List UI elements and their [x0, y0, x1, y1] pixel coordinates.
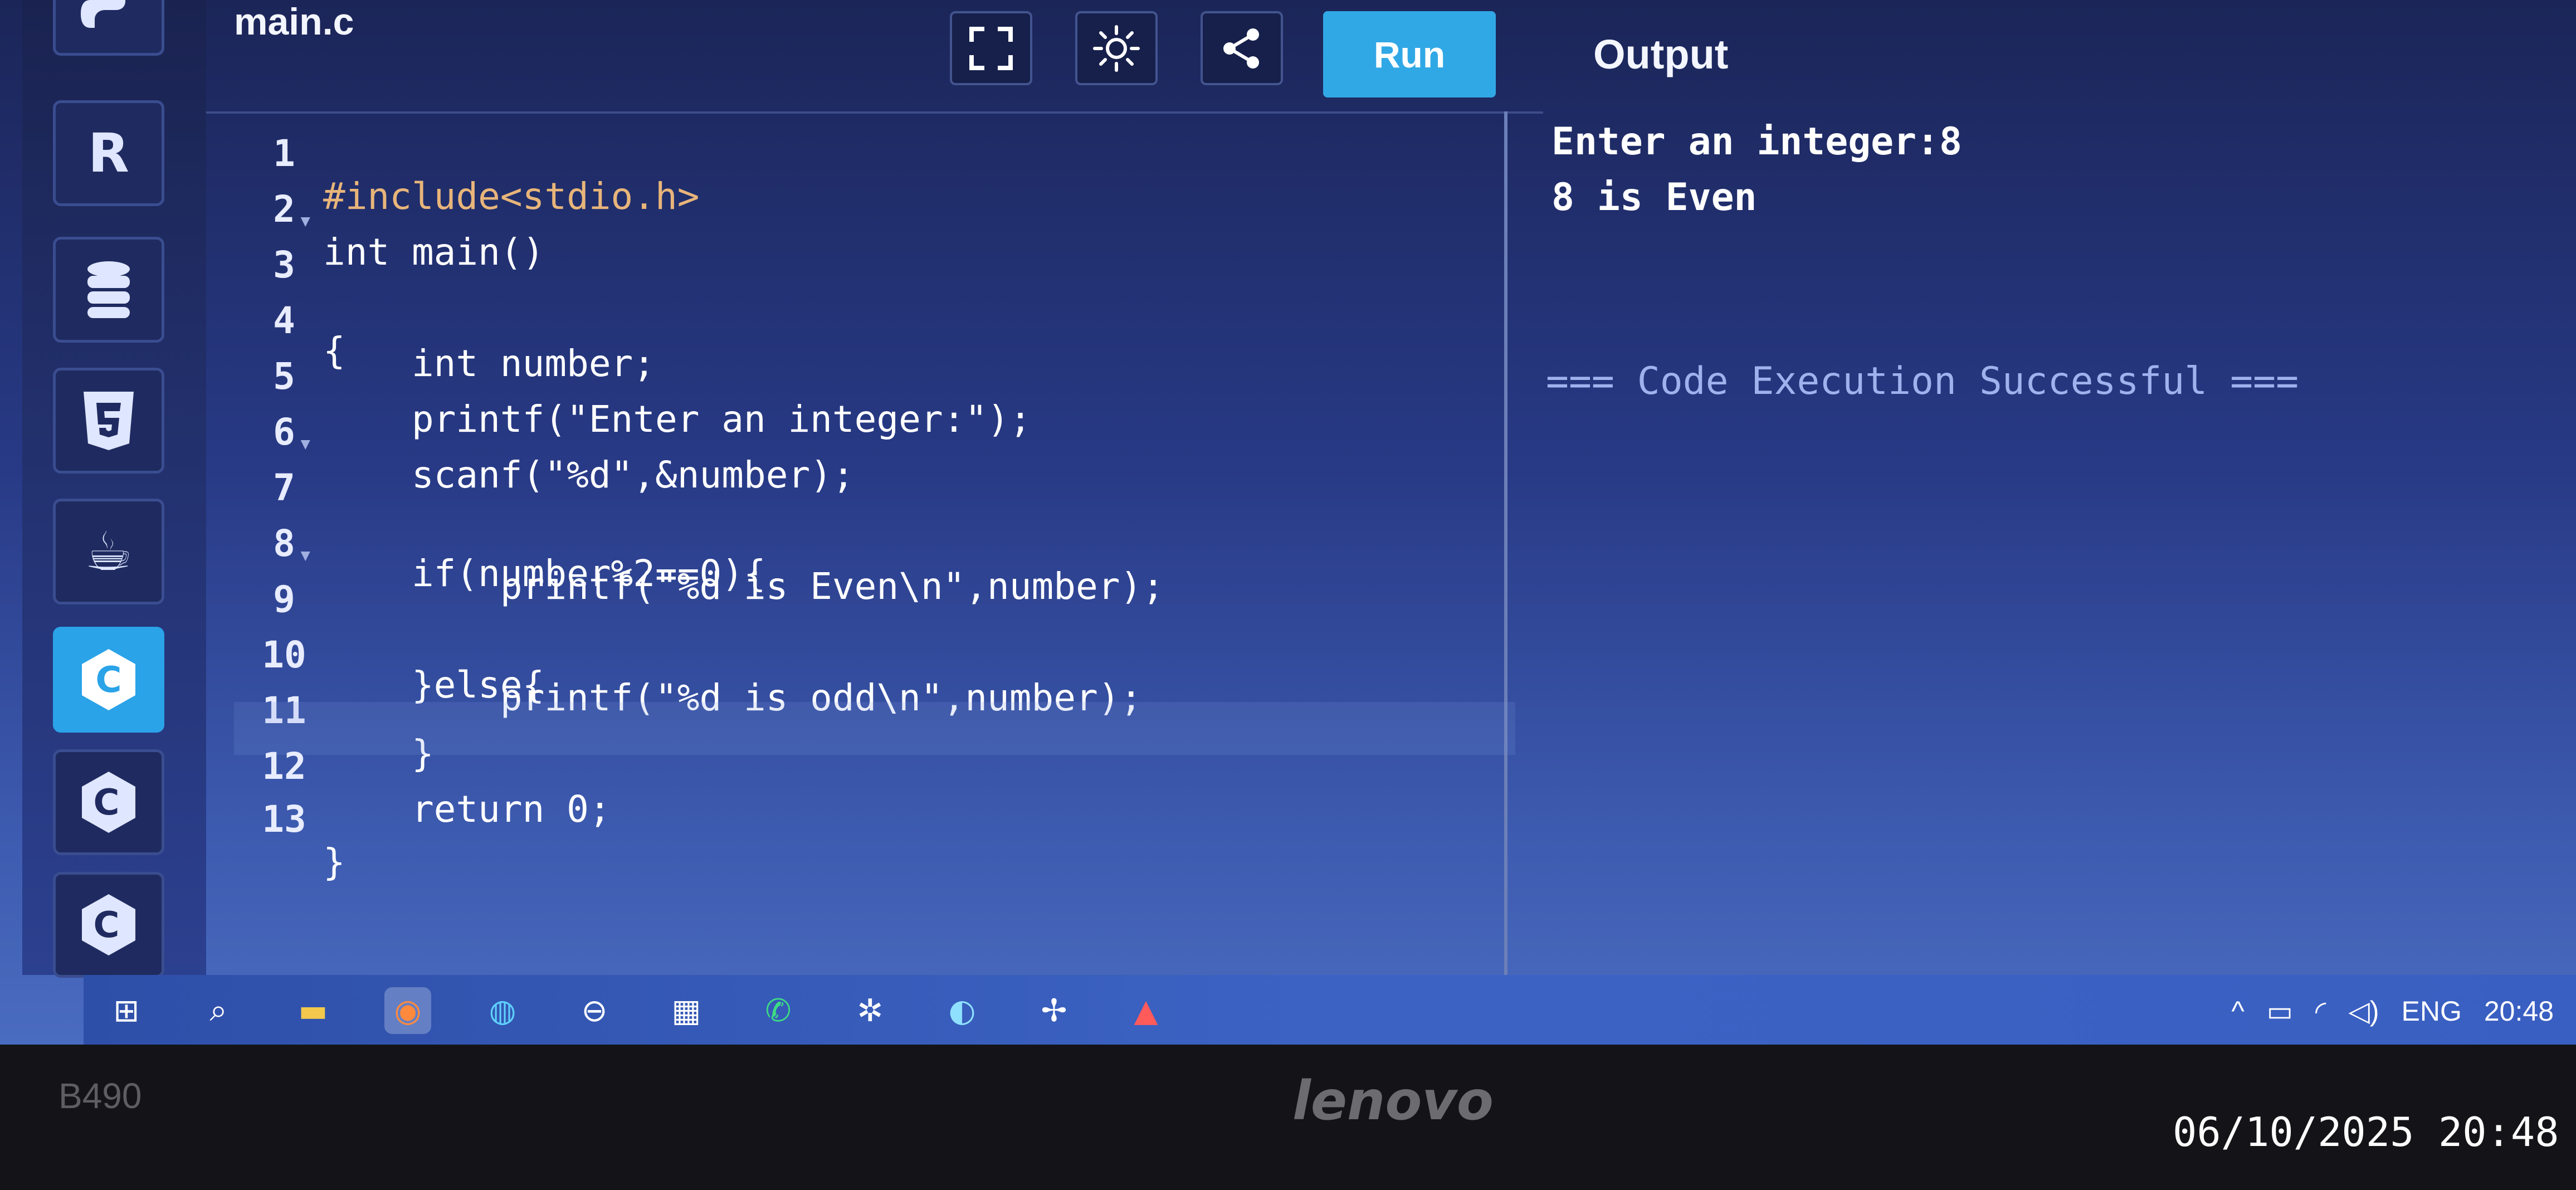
output-console[interactable]: Enter an integer:8 8 is Even === Code Ex…	[1546, 120, 2554, 955]
r-glyph: R	[88, 122, 129, 184]
file-tab[interactable]: main.c	[234, 0, 354, 43]
code-line: 6 scanf("%d",&number);	[234, 368, 1515, 496]
edge-beta-icon[interactable]: ◍	[479, 987, 526, 1034]
bars-glyph: ▦	[671, 992, 701, 1029]
theme-button[interactable]	[1075, 11, 1158, 85]
fold-toggle-icon[interactable]: ▾	[298, 540, 313, 569]
svg-text:C: C	[94, 782, 120, 823]
code-line: 1 #include<stdio.h>	[234, 89, 1515, 218]
java-icon[interactable]: ☕	[53, 499, 164, 604]
firefox-icon[interactable]: ◉	[384, 987, 431, 1034]
code-line: 10 printf("%d is odd\n",number);	[234, 591, 1515, 719]
csharp-hex-icon: C	[82, 894, 135, 955]
language-sidebar: R ☕ C C C	[22, 0, 206, 978]
share-button[interactable]	[1201, 11, 1283, 85]
whatsapp-glyph: ✆	[765, 992, 792, 1029]
python-logo-icon	[81, 0, 125, 28]
minus-circle-glyph: ⊖	[581, 992, 608, 1029]
pdf-icon[interactable]: ▲	[1123, 987, 1169, 1034]
search-glyph: ⌕	[209, 992, 227, 1028]
code-line: 5 printf("Enter an integer:");	[234, 312, 1515, 441]
line-number: 13	[262, 798, 306, 841]
execution-status: === Code Execution Successful ===	[1546, 359, 2299, 403]
pdf-glyph: ▲	[1134, 992, 1158, 1029]
model-label: B490	[58, 1076, 142, 1116]
c-hex-icon: C	[82, 649, 135, 710]
r-icon[interactable]: R	[53, 100, 164, 206]
circle-app-icon[interactable]: ◐	[939, 987, 985, 1034]
code-text: }	[323, 841, 345, 884]
database-icon[interactable]	[53, 237, 164, 343]
code-line: 3 ▾ {	[234, 201, 1515, 372]
python-icon[interactable]	[53, 0, 164, 56]
battery-icon[interactable]: ▭	[2267, 995, 2293, 1027]
minus-circle-icon[interactable]: ⊖	[571, 987, 618, 1034]
code-line: 11 }	[234, 646, 1515, 775]
svg-text:C: C	[96, 660, 122, 701]
svg-text:C: C	[94, 905, 120, 946]
cpp-icon[interactable]: C	[53, 749, 164, 855]
screen: R ☕ C C C main.c Run Output 1 #include<s…	[0, 0, 2576, 1045]
volume-icon[interactable]: ◁)	[2348, 995, 2379, 1027]
code-line: 2 int main()	[234, 145, 1515, 274]
cpp-hex-icon: C	[82, 772, 135, 833]
output-line: Enter an integer:8	[1552, 120, 1962, 164]
code-line: 8 printf("%d is Even\n",number);	[234, 479, 1515, 608]
bars-icon[interactable]: ▦	[663, 987, 710, 1034]
wifi-icon[interactable]: ◜	[2315, 995, 2326, 1027]
photo-timestamp: 06/10/2025 20:48	[2173, 1109, 2559, 1155]
sun-icon	[1093, 25, 1140, 72]
code-line-active: 12 return 0;	[234, 702, 1515, 831]
code-line: 9 ▾ }else{	[234, 535, 1515, 706]
firefox-glyph: ◉	[394, 992, 422, 1029]
fullscreen-icon	[969, 26, 1013, 70]
c-icon[interactable]: C	[53, 627, 164, 733]
windows-glyph: ⊞	[113, 992, 140, 1029]
language-indicator[interactable]: ENG	[2402, 995, 2462, 1027]
java-glyph: ☕	[84, 520, 133, 583]
code-line: 4 int number;	[234, 256, 1515, 385]
system-tray: ^ ▭ ◜ ◁) ENG 20:48	[2231, 992, 2554, 1031]
pinwheel-icon[interactable]: ✢	[1031, 987, 1077, 1034]
output-title: Output	[1593, 31, 1729, 77]
csharp-icon[interactable]: C	[53, 872, 164, 978]
database-glyph	[87, 261, 130, 318]
whatsapp-icon[interactable]: ✆	[755, 987, 802, 1034]
output-line: 8 is Even	[1552, 175, 1757, 220]
share-icon	[1223, 28, 1259, 69]
html5-shield-icon	[84, 391, 134, 450]
pinwheel-glyph: ✢	[1041, 992, 1067, 1029]
search-icon[interactable]: ⌕	[195, 987, 242, 1034]
code-line: 7 ▾ if(number%2==0){	[234, 423, 1515, 595]
code-editor[interactable]: 1 #include<stdio.h> 2 int main() 3 ▾ { 4…	[234, 89, 1515, 981]
run-button[interactable]: Run	[1323, 11, 1496, 97]
html5-icon[interactable]	[53, 368, 164, 474]
folder-icon[interactable]: ▬	[290, 987, 336, 1034]
windows-icon[interactable]: ⊞	[103, 987, 150, 1034]
circle-app-glyph: ◐	[948, 992, 976, 1029]
clock[interactable]: 20:48	[2484, 995, 2554, 1027]
code-line: 13 }	[234, 755, 1515, 884]
fullscreen-button[interactable]	[950, 11, 1032, 85]
taskbar: ⊞ ⌕ ▬ ◉ ◍ ⊖ ▦ ✆ ✲ ◐ ✢ ▲ ^ ▭ ◜ ◁) ENG 20:…	[84, 975, 2576, 1045]
folder-glyph: ▬	[298, 992, 328, 1029]
chevron-up-icon[interactable]: ^	[2231, 995, 2244, 1027]
brand-logo: lenovo	[1292, 1070, 1494, 1132]
edge-glyph: ◍	[489, 992, 516, 1029]
chatgpt-icon[interactable]: ✲	[847, 987, 894, 1034]
fold-toggle-icon[interactable]: ▾	[298, 206, 313, 235]
fold-toggle-icon[interactable]: ▾	[298, 429, 313, 457]
chatgpt-glyph: ✲	[857, 992, 884, 1029]
